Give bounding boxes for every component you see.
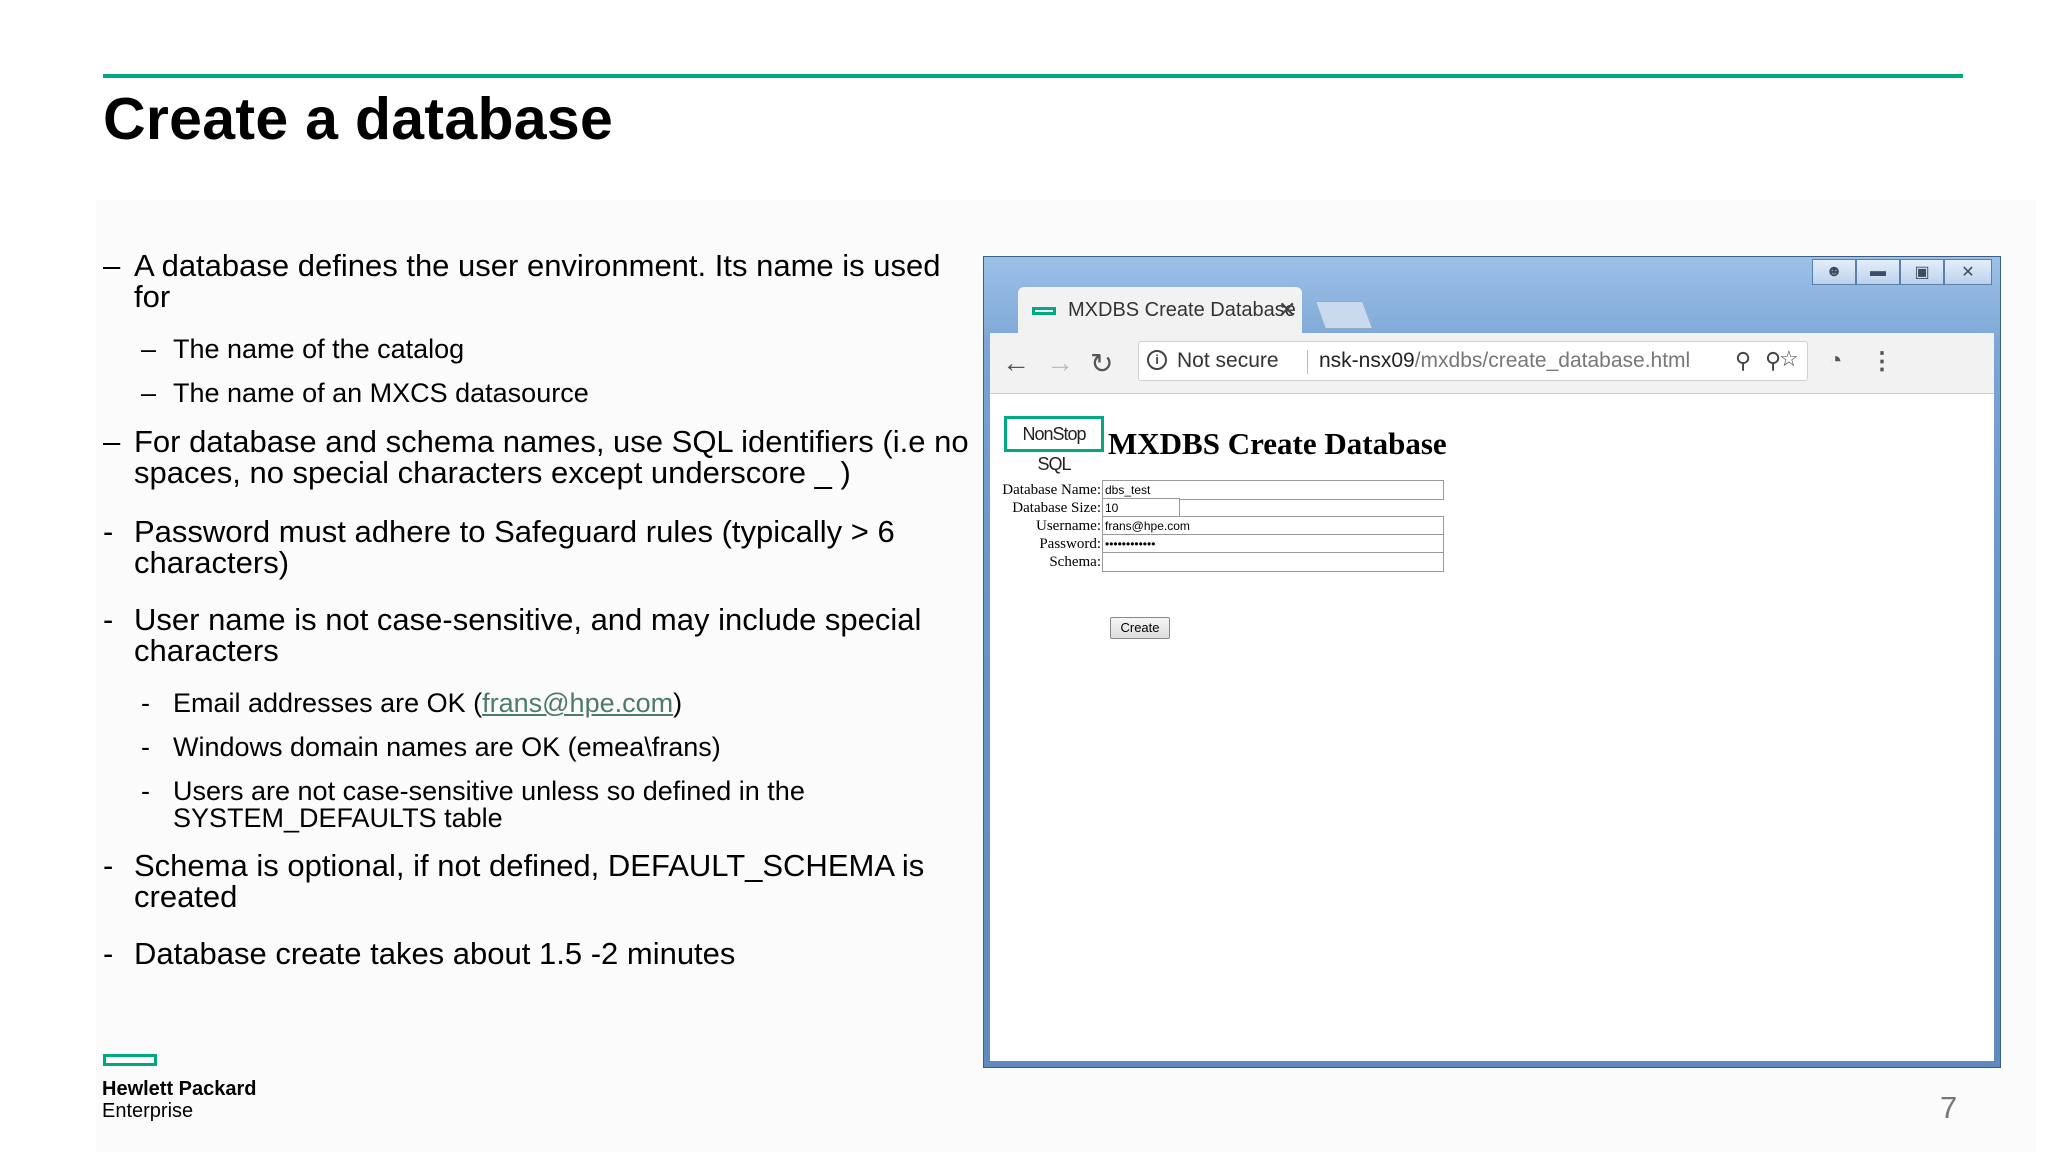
schema-label: Schema: xyxy=(1049,554,1101,570)
browser-toolbar: ← → ↻ i Not secure nsk-nsx09/mxdbs/creat… xyxy=(990,333,1994,394)
not-secure-label: Not secure xyxy=(1177,349,1279,372)
page-heading: MXDBS Create Database xyxy=(1108,426,1447,461)
bullet-text-after: ) xyxy=(673,688,683,718)
close-window-button[interactable]: ✕ xyxy=(1944,259,1992,285)
bullet-marker: – xyxy=(141,378,157,408)
bullet-marker: – xyxy=(103,424,121,459)
address-separator xyxy=(1307,350,1308,374)
user-icon[interactable]: ☻ xyxy=(1812,259,1856,285)
bullet-text: The name of the catalog xyxy=(173,334,465,364)
email-link[interactable]: frans@hpe.com xyxy=(482,688,673,718)
bullet-marker: - xyxy=(103,602,114,637)
bullet-text: A database defines the user environment.… xyxy=(134,248,941,314)
url-host: nsk-nsx09 xyxy=(1319,349,1415,372)
favicon-icon xyxy=(1032,307,1056,315)
hpe-logo-icon xyxy=(103,1054,157,1066)
password-label: Password: xyxy=(1039,536,1101,552)
bullet-marker: - xyxy=(141,688,150,718)
bullet-text: For database and schema names, use SQL i… xyxy=(134,424,969,490)
menu-dots-icon[interactable]: ⋮ xyxy=(1870,347,1894,376)
browser-tab[interactable]: MXDBS Create Database ✕ xyxy=(1018,287,1302,333)
speed-icon[interactable]: ◔ xyxy=(1828,347,1843,375)
maximize-button[interactable]: ▣ xyxy=(1900,259,1944,285)
zoom-icon[interactable]: ⚲ xyxy=(1735,348,1751,374)
username-label: Username: xyxy=(1036,518,1101,534)
browser-window: ☻ ▬ ▣ ✕ MXDBS Create Database ✕ ← → ↻ i … xyxy=(983,256,2001,1068)
logo-text-line2: Enterprise xyxy=(102,1100,194,1122)
reload-icon[interactable]: ↻ xyxy=(1090,347,1113,380)
bullet-text: Users are not case-sensitive unless so d… xyxy=(173,776,805,833)
page-number: 7 xyxy=(1940,1090,1958,1125)
star-icon[interactable]: ☆ xyxy=(1779,346,1799,372)
slide-title: Create a database xyxy=(103,86,614,152)
title-rule xyxy=(103,74,1963,78)
bullet-text-before: Email addresses are OK ( xyxy=(173,688,483,718)
username-input[interactable]: frans@hpe.com xyxy=(1102,516,1444,536)
bullet-text: User name is not case-sensitive, and may… xyxy=(134,602,922,668)
bullet-marker: - xyxy=(103,514,114,549)
database-name-input[interactable]: dbs_test xyxy=(1102,480,1444,500)
bullet-text: Password must adhere to Safeguard rules … xyxy=(134,514,895,580)
back-arrow-icon[interactable]: ← xyxy=(1002,347,1030,379)
web-page: NonStop SQL MXDBS Create Database Databa… xyxy=(990,394,1994,1061)
schema-input[interactable] xyxy=(1102,552,1444,572)
bullet-text: Database create takes about 1.5 -2 minut… xyxy=(134,936,736,971)
create-button[interactable]: Create xyxy=(1110,617,1170,639)
forward-arrow-icon[interactable]: → xyxy=(1046,347,1074,379)
database-size-label: Database Size: xyxy=(1012,500,1101,516)
bullet-marker: – xyxy=(103,248,121,283)
bullet-marker: – xyxy=(141,334,157,364)
close-tab-icon[interactable]: ✕ xyxy=(1278,297,1296,323)
info-icon[interactable]: i xyxy=(1147,350,1167,370)
nonstop-sql-logo: NonStop SQL xyxy=(1004,416,1104,474)
bullet-text: Windows domain names are OK (emea\frans) xyxy=(173,732,721,762)
password-input[interactable]: •••••••••••• xyxy=(1102,534,1444,554)
bullet-text: The name of an MXCS datasource xyxy=(173,378,589,408)
bullet-marker: - xyxy=(141,776,150,806)
minimize-button[interactable]: ▬ xyxy=(1856,259,1900,285)
logo-text-line1: Hewlett Packard xyxy=(102,1078,257,1100)
bullet-marker: - xyxy=(103,848,114,883)
bullet-marker: - xyxy=(103,936,114,971)
new-tab-button[interactable] xyxy=(1314,301,1374,329)
tab-title: MXDBS Create Database xyxy=(1068,299,1296,321)
database-size-input[interactable]: 10 xyxy=(1102,498,1180,518)
url-path: /mxdbs/create_database.html xyxy=(1414,349,1691,372)
address-bar[interactable]: i Not secure nsk-nsx09/mxdbs/create_data… xyxy=(1138,341,1808,381)
bullet-text: Email addresses are OK (frans@hpe.com) xyxy=(173,690,973,717)
window-controls: ☻ ▬ ▣ ✕ xyxy=(1812,259,1992,285)
bullet-text: Schema is optional, if not defined, DEFA… xyxy=(134,848,925,914)
url-text: nsk-nsx09/mxdbs/create_database.html xyxy=(1319,349,1690,373)
bullet-marker: - xyxy=(141,732,150,762)
database-name-label: Database Name: xyxy=(1002,482,1101,498)
